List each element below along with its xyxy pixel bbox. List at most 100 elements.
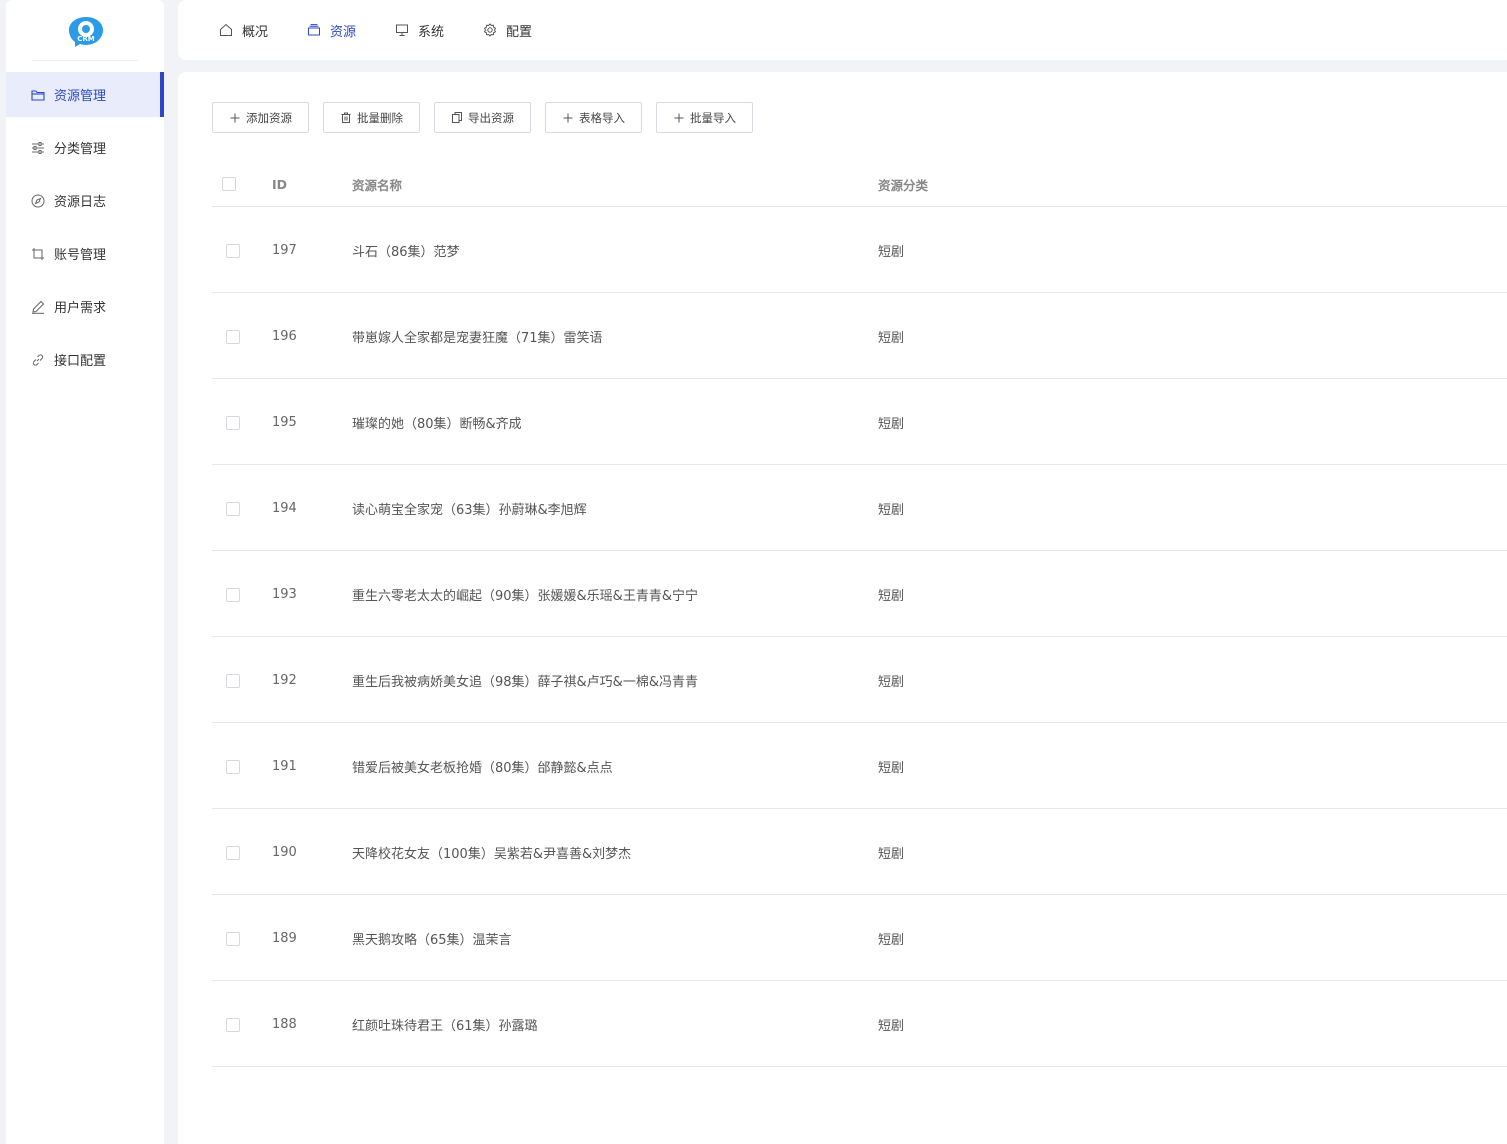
cell-category: 短剧 — [878, 588, 905, 604]
table-row[interactable]: 194 读心萌宝全家宠（63集）孙蔚琳&李旭辉 短剧 — [212, 465, 1507, 551]
row-checkbox[interactable] — [226, 760, 240, 774]
cell-id: 196 — [272, 328, 297, 344]
crop-icon — [30, 246, 46, 262]
cell-name: 红颜吐珠待君王（61集）孙露璐 — [352, 1018, 538, 1034]
sidebar-item-label: 用户需求 — [54, 301, 107, 316]
cell-id: 193 — [272, 586, 297, 602]
sidebar-item-account-management[interactable]: 账号管理 — [6, 231, 164, 276]
cell-name: 斗石（86集）范梦 — [352, 244, 460, 260]
cell-category: 短剧 — [878, 416, 905, 432]
crm-logo[interactable]: CRM — [68, 16, 104, 48]
button-label: 表格导入 — [579, 110, 625, 125]
cell-name: 重生六零老太太的崛起（90集）张媛媛&乐瑶&王青青&宁宁 — [352, 588, 698, 604]
sidebar-item-label: 分类管理 — [54, 142, 107, 157]
button-label: 添加资源 — [246, 110, 292, 125]
row-checkbox[interactable] — [226, 588, 240, 602]
trash-icon — [340, 112, 352, 124]
cell-category: 短剧 — [878, 932, 905, 948]
table-row[interactable]: 189 黑天鹅攻略（65集）温茉言 短剧 — [212, 895, 1507, 981]
batch-import-button[interactable]: 批量导入 — [656, 102, 753, 133]
plus-icon — [673, 112, 685, 124]
cell-category: 短剧 — [878, 846, 905, 862]
table-row[interactable]: 188 红颜吐珠待君王（61集）孙露璐 短剧 — [212, 981, 1507, 1067]
logo-text: CRM — [77, 35, 95, 43]
batch-delete-button[interactable]: 批量删除 — [323, 102, 420, 133]
column-header-name[interactable]: 资源名称 — [352, 162, 402, 207]
table-row[interactable]: 195 璀璨的她（80集）断畅&齐成 短剧 — [212, 379, 1507, 465]
top-navigation: 概况 资源 系统 配置 — [178, 0, 1507, 60]
column-header-category[interactable]: 资源分类 — [878, 162, 928, 207]
sidebar-item-api-config[interactable]: 接口配置 — [6, 337, 164, 382]
sidebar: CRM 资源管理 分类管理 资源日志 账号管理 用户需求 接口配置 — [6, 0, 164, 1144]
button-label: 批量删除 — [357, 110, 403, 125]
tab-label: 概况 — [242, 24, 269, 40]
tab-resources[interactable]: 资源 — [306, 20, 356, 40]
cell-name: 读心萌宝全家宠（63集）孙蔚琳&李旭辉 — [352, 502, 587, 518]
table-row[interactable]: 197 斗石（86集）范梦 短剧 — [212, 207, 1507, 293]
row-checkbox[interactable] — [226, 244, 240, 258]
cell-id: 190 — [272, 844, 297, 860]
cell-name: 黑天鹅攻略（65集）温茉言 — [352, 932, 512, 948]
table-row[interactable]: 191 错爱后被美女老板抢婚（80集）邰静懿&点点 短剧 — [212, 723, 1507, 809]
sidebar-item-label: 资源管理 — [54, 89, 107, 104]
compass-icon — [30, 193, 46, 209]
cell-id: 194 — [272, 500, 297, 516]
cell-category: 短剧 — [878, 502, 905, 518]
table-header: ID 资源名称 资源分类 — [212, 162, 1507, 207]
cell-name: 璀璨的她（80集）断畅&齐成 — [352, 416, 522, 432]
copy-icon — [451, 112, 463, 124]
row-checkbox[interactable] — [226, 674, 240, 688]
tab-system[interactable]: 系统 — [394, 20, 444, 40]
gear-icon — [482, 22, 498, 38]
row-checkbox[interactable] — [226, 932, 240, 946]
sidebar-item-user-requests[interactable]: 用户需求 — [6, 284, 164, 329]
sidebar-item-resource-log[interactable]: 资源日志 — [6, 178, 164, 223]
table-import-button[interactable]: 表格导入 — [545, 102, 642, 133]
cell-id: 191 — [272, 758, 297, 774]
cell-id: 188 — [272, 1016, 297, 1032]
export-resource-button[interactable]: 导出资源 — [434, 102, 531, 133]
cell-category: 短剧 — [878, 330, 905, 346]
main-content: 添加资源 批量删除 导出资源 表格导入 批量导入 ID 资源名称 资源分类 19… — [178, 72, 1507, 1144]
tab-label: 系统 — [418, 24, 445, 40]
tab-overview[interactable]: 概况 — [218, 20, 268, 40]
cell-name: 带崽嫁人全家都是宠妻狂魔（71集）雷笑语 — [352, 330, 603, 346]
sidebar-item-resource-management[interactable]: 资源管理 — [6, 72, 164, 117]
table-row[interactable]: 196 带崽嫁人全家都是宠妻狂魔（71集）雷笑语 短剧 — [212, 293, 1507, 379]
cell-id: 197 — [272, 242, 297, 258]
cell-category: 短剧 — [878, 760, 905, 776]
row-checkbox[interactable] — [226, 1018, 240, 1032]
cell-id: 195 — [272, 414, 297, 430]
link-icon — [30, 352, 46, 368]
select-all-checkbox[interactable] — [222, 177, 236, 191]
table-row[interactable]: 190 天降校花女友（100集）吴紫若&尹喜善&刘梦杰 短剧 — [212, 809, 1507, 895]
column-header-id[interactable]: ID — [272, 162, 287, 207]
logo-divider — [32, 60, 138, 61]
sliders-icon — [30, 140, 46, 156]
button-label: 导出资源 — [468, 110, 514, 125]
cell-category: 短剧 — [878, 674, 905, 690]
table-row[interactable]: 193 重生六零老太太的崛起（90集）张媛媛&乐瑶&王青青&宁宁 短剧 — [212, 551, 1507, 637]
row-checkbox[interactable] — [226, 416, 240, 430]
cell-id: 189 — [272, 930, 297, 946]
cell-category: 短剧 — [878, 244, 905, 260]
cell-name: 重生后我被病娇美女追（98集）薛子祺&卢巧&一棉&冯青青 — [352, 674, 698, 690]
tab-settings[interactable]: 配置 — [482, 20, 532, 40]
sidebar-item-label: 账号管理 — [54, 248, 107, 263]
button-label: 批量导入 — [690, 110, 736, 125]
cell-id: 192 — [272, 672, 297, 688]
row-checkbox[interactable] — [226, 502, 240, 516]
add-resource-button[interactable]: 添加资源 — [212, 102, 309, 133]
row-checkbox[interactable] — [226, 330, 240, 344]
row-checkbox[interactable] — [226, 846, 240, 860]
layers-icon — [306, 22, 322, 38]
cell-name: 错爱后被美女老板抢婚（80集）邰静懿&点点 — [352, 760, 613, 776]
plus-icon — [229, 112, 241, 124]
sidebar-item-label: 资源日志 — [54, 195, 107, 210]
home-icon — [218, 22, 234, 38]
tab-label: 配置 — [506, 24, 533, 40]
folder-icon — [30, 87, 46, 103]
cell-name: 天降校花女友（100集）吴紫若&尹喜善&刘梦杰 — [352, 846, 632, 862]
table-row[interactable]: 192 重生后我被病娇美女追（98集）薛子祺&卢巧&一棉&冯青青 短剧 — [212, 637, 1507, 723]
sidebar-item-category-management[interactable]: 分类管理 — [6, 125, 164, 170]
